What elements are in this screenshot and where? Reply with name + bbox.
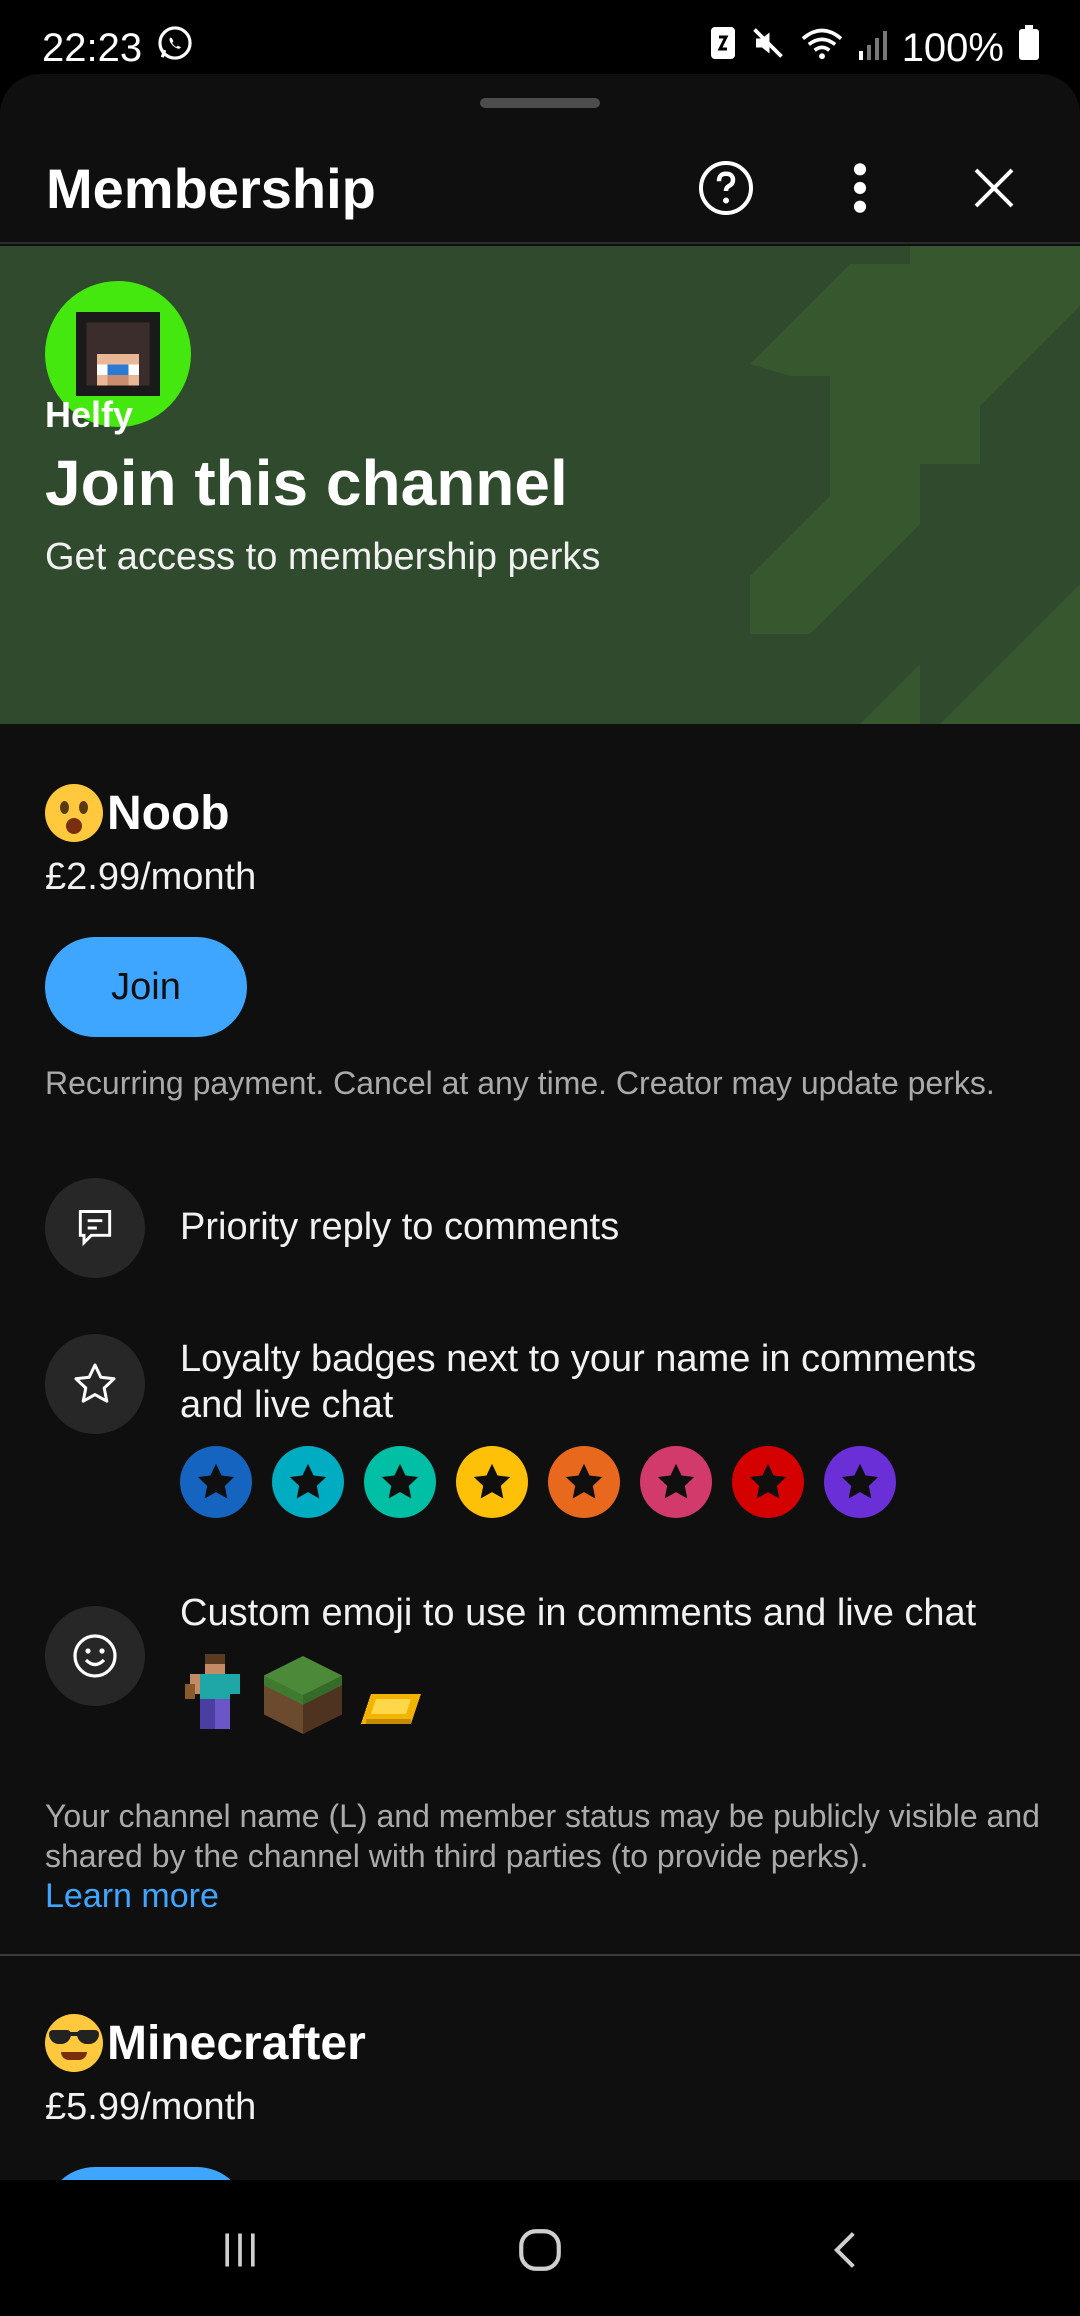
back-button[interactable] [806, 2210, 886, 2290]
home-button[interactable] [500, 2210, 580, 2290]
close-button[interactable] [954, 148, 1034, 228]
drag-handle[interactable] [480, 98, 600, 108]
banner-pattern [750, 246, 1080, 724]
loyalty-badge-icon [456, 1446, 528, 1518]
loyalty-badges [180, 1446, 896, 1518]
perk-custom-emoji: Custom emoji to use in comments and live… [45, 1590, 1035, 1810]
gold-ingot-emoji [361, 1694, 421, 1724]
join-button-partial[interactable] [45, 2167, 247, 2180]
perk-text: Custom emoji to use in comments and live… [180, 1592, 977, 1634]
more-options-button[interactable] [820, 148, 900, 228]
page-title: Membership [46, 156, 376, 220]
help-button[interactable] [686, 148, 766, 228]
status-time: 22:23 [42, 25, 143, 70]
learn-more-link[interactable]: Learn more [45, 1876, 1045, 1916]
membership-sheet: Membership Helfy Join this channel Get a… [0, 74, 1080, 2180]
tier-name: Minecrafter [107, 2016, 366, 2070]
perk-text: Priority reply to comments [180, 1206, 620, 1248]
close-icon [974, 168, 1014, 208]
perk-loyalty-badges: Loyalty badges next to your name in comm… [45, 1334, 1035, 1594]
custom-emoji-list [180, 1654, 426, 1734]
recent-apps-icon [225, 2233, 255, 2267]
join-title: Join this channel [45, 447, 568, 519]
minecraft-skin-avatar [76, 312, 160, 396]
sheet-header: Membership [0, 134, 1080, 244]
tier-noob: Noob £2.99/month Join Recurring payment.… [45, 784, 1035, 1103]
perk-text: Loyalty badges next to your name in comm… [180, 1338, 977, 1426]
whatsapp-icon [156, 24, 194, 72]
tier-price: £2.99/month [45, 856, 257, 898]
tier-minecrafter: Minecrafter £5.99/month [45, 2014, 1035, 2180]
battery-level: 100% [901, 25, 1004, 70]
smiley-icon [45, 1606, 145, 1706]
system-nav-bar [0, 2180, 1080, 2316]
loyalty-badge-icon [272, 1446, 344, 1518]
nfc-icon [710, 25, 736, 71]
star-icon [45, 1334, 145, 1434]
join-button[interactable]: Join [45, 937, 247, 1037]
recent-apps-button[interactable] [200, 2210, 280, 2290]
loyalty-badge-icon [180, 1446, 252, 1518]
surprised-face-icon [45, 784, 103, 842]
grass-block-emoji [264, 1656, 342, 1734]
back-icon [833, 2232, 855, 2268]
loyalty-badge-icon [364, 1446, 436, 1518]
help-icon [699, 161, 753, 215]
steve-emoji [185, 1654, 240, 1729]
sunglasses-face-icon [45, 2014, 103, 2072]
loyalty-badge-icon [824, 1446, 896, 1518]
tier-divider [0, 1954, 1080, 1956]
tier-name: Noob [107, 786, 230, 840]
join-banner: Helfy Join this channel Get access to me… [0, 246, 1080, 724]
loyalty-badge-icon [548, 1446, 620, 1518]
comment-icon [45, 1178, 145, 1278]
disclaimer-text: Your channel name (L) and member status … [45, 1798, 1040, 1874]
perk-priority-reply: Priority reply to comments [45, 1178, 1035, 1278]
join-subtitle: Get access to membership perks [45, 536, 601, 578]
signal-icon [858, 26, 888, 71]
tier-price: £5.99/month [45, 2086, 257, 2128]
more-vert-icon [853, 163, 867, 213]
channel-name: Helfy [45, 394, 134, 435]
disclaimer: Your channel name (L) and member status … [45, 1796, 1045, 1916]
loyalty-badge-icon [732, 1446, 804, 1518]
mute-icon [750, 25, 786, 71]
recurring-note: Recurring payment. Cancel at any time. C… [45, 1065, 995, 1101]
home-icon [519, 2229, 561, 2271]
wifi-icon [800, 25, 844, 71]
loyalty-badge-icon [640, 1446, 712, 1518]
battery-icon [1018, 25, 1040, 71]
